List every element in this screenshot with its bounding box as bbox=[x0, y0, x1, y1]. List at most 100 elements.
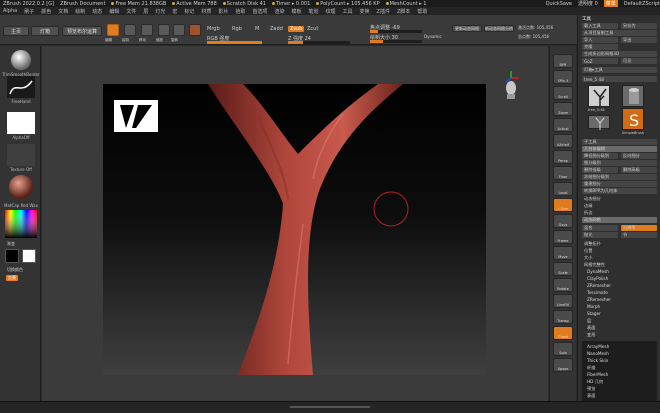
edit-tool-button[interactable] bbox=[107, 24, 119, 36]
menu-document[interactable]: 文档 bbox=[58, 8, 68, 15]
menu-tool[interactable]: 工具 bbox=[343, 8, 353, 15]
gradient-toggle[interactable]: 渐变 bbox=[7, 241, 15, 247]
viewport-canvas[interactable] bbox=[103, 84, 486, 375]
zsub-toggle[interactable]: Zsub bbox=[288, 26, 305, 32]
brush-picker[interactable]: TrimSmoothBorder bbox=[2, 49, 40, 77]
draw-tool-button[interactable] bbox=[124, 24, 136, 36]
frame-button[interactable]: Frame bbox=[553, 230, 573, 244]
zadd-toggle[interactable]: Zadd bbox=[270, 26, 283, 32]
del-higher-button[interactable]: 删除高级 bbox=[621, 167, 657, 173]
lightbox-button[interactable]: 灯箱 bbox=[31, 26, 59, 36]
higher-res-button[interactable]: 反向细分 bbox=[621, 153, 657, 159]
list-item[interactable]: HD 几何 bbox=[587, 379, 603, 385]
menu-stencil[interactable]: 模板 bbox=[291, 8, 301, 15]
alpha-picker[interactable]: AlphaOff bbox=[5, 112, 37, 140]
color-swatch-button[interactable] bbox=[189, 24, 201, 36]
move-tool-button[interactable] bbox=[141, 24, 153, 36]
mrgb-toggle[interactable]: Mrgb bbox=[207, 26, 220, 32]
navigation-gizmo[interactable] bbox=[500, 68, 522, 100]
menu-movie[interactable]: 影片 bbox=[218, 8, 228, 15]
dynamic-toggle[interactable]: Dynamic bbox=[424, 34, 442, 39]
list-item[interactable]: ArrayMesh bbox=[587, 344, 609, 349]
floor-button[interactable]: Floor bbox=[553, 166, 573, 180]
import-button[interactable]: 导入 bbox=[582, 37, 618, 43]
menu-material[interactable]: 材质 bbox=[201, 8, 211, 15]
scale-tool-button[interactable] bbox=[158, 24, 170, 36]
menus-toggle[interactable]: 菜单 bbox=[603, 0, 618, 7]
z-intensity-slider[interactable] bbox=[288, 41, 350, 44]
zoom-button[interactable]: Zoom bbox=[553, 102, 573, 116]
list-item[interactable]: ZRemesher bbox=[587, 283, 611, 288]
actual-button[interactable]: Actual bbox=[553, 118, 573, 132]
stroke-picker[interactable]: FreeHand bbox=[5, 76, 37, 104]
material-picker[interactable]: MatCap Red Wax bbox=[4, 172, 38, 208]
draw-size-slider[interactable] bbox=[370, 40, 422, 43]
menu-render[interactable]: 渲染 bbox=[274, 8, 284, 15]
subtool-section[interactable]: 子工具 bbox=[582, 139, 657, 145]
modify-topology-section[interactable]: 调整拓扑 bbox=[582, 241, 657, 247]
zcut-toggle[interactable]: Zcut bbox=[307, 26, 318, 32]
transp-button[interactable]: Transp bbox=[553, 310, 573, 324]
menu-dynamics[interactable]: 动态 bbox=[92, 8, 102, 15]
visible-button[interactable]: 可见 bbox=[621, 58, 657, 64]
list-item[interactable]: 变形 bbox=[587, 332, 595, 338]
lower-res-button[interactable]: 降低细分级别 bbox=[582, 153, 618, 159]
spix-button[interactable]: SPix 3 bbox=[553, 70, 573, 84]
persp-button[interactable]: Persp bbox=[553, 150, 573, 164]
bottom-scrollbar[interactable] bbox=[290, 406, 370, 408]
gxyz-button[interactable]: Gxyz bbox=[553, 214, 573, 228]
menu-color[interactable]: 颜色 bbox=[41, 8, 51, 15]
dynamesh-section[interactable]: 动态网格 bbox=[582, 217, 657, 223]
make-polymesh-button[interactable]: 生成多边形网格3D bbox=[582, 51, 657, 57]
load-tool-button[interactable]: 载入工具 bbox=[582, 23, 618, 29]
menu-zplugin[interactable]: Z插件 bbox=[377, 8, 390, 15]
size-section[interactable]: 大小 bbox=[582, 255, 657, 261]
geometry-section[interactable]: 几何体编辑 bbox=[582, 146, 657, 152]
solo-button[interactable]: Solo bbox=[553, 342, 573, 356]
menu-texture[interactable]: 纹理 bbox=[326, 8, 336, 15]
menu-light[interactable]: 灯光 bbox=[155, 8, 165, 15]
list-item[interactable]: 表面 bbox=[587, 325, 595, 331]
default-script[interactable]: DefaultZScript bbox=[624, 1, 660, 7]
main-color-swatch[interactable] bbox=[5, 249, 19, 263]
position-section[interactable]: 位置 bbox=[582, 248, 657, 254]
list-item[interactable]: Morph bbox=[587, 304, 600, 309]
see-through-slider[interactable]: 透明度 0 bbox=[578, 0, 598, 7]
polish-toggle[interactable]: 抛光 bbox=[582, 232, 618, 238]
menu-alpha[interactable]: Alpha bbox=[3, 8, 17, 14]
rgb-intensity-slider[interactable] bbox=[207, 41, 262, 44]
alternate-toggle[interactable]: 交替 bbox=[6, 275, 18, 281]
list-item[interactable]: DynaMesh bbox=[587, 269, 609, 274]
aahalf-button[interactable]: AAHalf bbox=[553, 134, 573, 148]
blur-slider[interactable]: 混合 bbox=[582, 225, 618, 231]
menu-brush[interactable]: 刷子 bbox=[24, 8, 34, 15]
menu-zscript[interactable]: Z脚本 bbox=[397, 8, 410, 15]
bpr-button[interactable]: BPR bbox=[553, 54, 573, 68]
goz-button[interactable]: GoZ bbox=[582, 58, 618, 64]
menu-preferences[interactable]: 首选项 bbox=[252, 8, 267, 15]
menu-transform[interactable]: 变换 bbox=[360, 8, 370, 15]
copy-tool-button[interactable]: 从项目复制工具 bbox=[582, 30, 657, 36]
list-item[interactable]: Thick Skin bbox=[587, 358, 608, 363]
edge-loop-section[interactable]: 边缘 bbox=[582, 203, 657, 209]
tool-thumb-simplebrush[interactable]: S bbox=[622, 108, 644, 130]
live-boolean-button[interactable]: 预览布尔运算 bbox=[62, 26, 102, 36]
focal-shift-slider[interactable] bbox=[370, 30, 422, 33]
list-item[interactable]: Tessimate bbox=[587, 290, 608, 295]
list-item[interactable]: 预览 bbox=[587, 386, 595, 392]
menu-edit[interactable]: 编辑 bbox=[109, 8, 119, 15]
list-item[interactable]: 层 bbox=[587, 318, 591, 324]
menu-draw[interactable]: 绘制 bbox=[75, 8, 85, 15]
texture-picker[interactable]: Texture Off bbox=[5, 144, 37, 172]
list-item[interactable]: ZRemesher bbox=[587, 297, 611, 302]
color-picker[interactable] bbox=[5, 210, 37, 238]
lightbox-tools-button[interactable]: 灯箱▸工具 bbox=[582, 67, 657, 73]
crease-section[interactable]: 折边 bbox=[582, 210, 657, 216]
tool-count-slider[interactable]: tree_5 48 bbox=[582, 76, 657, 82]
subdiv-level-slider[interactable]: 细分级别 bbox=[582, 160, 657, 166]
m-toggle[interactable]: M bbox=[255, 26, 259, 32]
list-item[interactable]: 表面 bbox=[587, 393, 595, 399]
quicksave-button[interactable]: QuickSave bbox=[546, 1, 572, 7]
menu-stroke[interactable]: 笔划 bbox=[308, 8, 318, 15]
rotate-tool-button[interactable] bbox=[173, 24, 185, 36]
